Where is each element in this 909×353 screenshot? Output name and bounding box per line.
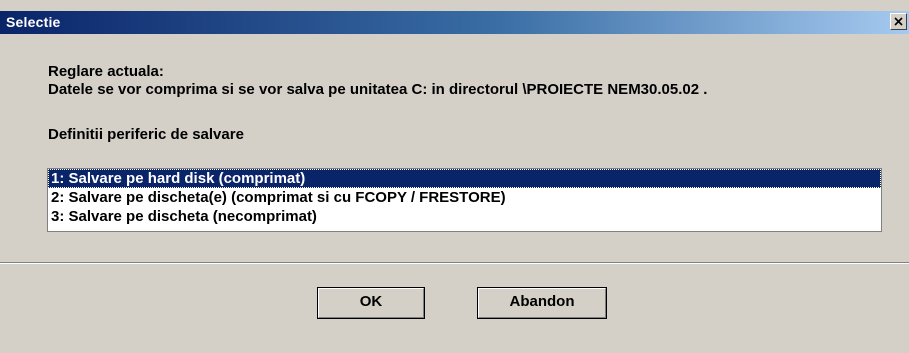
ok-button-label: OK (359, 293, 383, 310)
save-device-listbox[interactable]: 1: Salvare pe hard disk (comprimat) 2: S… (47, 168, 882, 232)
current-setting-text: Datele se vor comprima si se vor salva p… (48, 81, 708, 98)
abandon-button-label: Abandon (509, 293, 575, 310)
list-item-floppy-uncompressed[interactable]: 3: Salvare pe discheta (necomprimat) (48, 207, 881, 226)
ok-button[interactable]: OK (317, 287, 425, 319)
title-bar[interactable]: Selectie (0, 11, 909, 34)
abandon-button[interactable]: Abandon (477, 287, 607, 319)
window-title: Selectie (6, 14, 61, 30)
dialog-body: Reglare actuala: Datele se vor comprima … (0, 34, 909, 353)
current-setting-label: Reglare actuala: (48, 63, 164, 80)
close-icon (894, 17, 903, 26)
selectie-dialog: Selectie Reglare actuala: Datele se vor … (0, 0, 909, 353)
list-item-floppy-compressed[interactable]: 2: Salvare pe discheta(e) (comprimat si … (48, 188, 881, 207)
list-item-hard-disk[interactable]: 1: Salvare pe hard disk (comprimat) (48, 169, 881, 188)
close-button[interactable] (890, 13, 907, 30)
device-heading: Definitii periferic de salvare (48, 126, 244, 143)
separator (0, 262, 909, 264)
